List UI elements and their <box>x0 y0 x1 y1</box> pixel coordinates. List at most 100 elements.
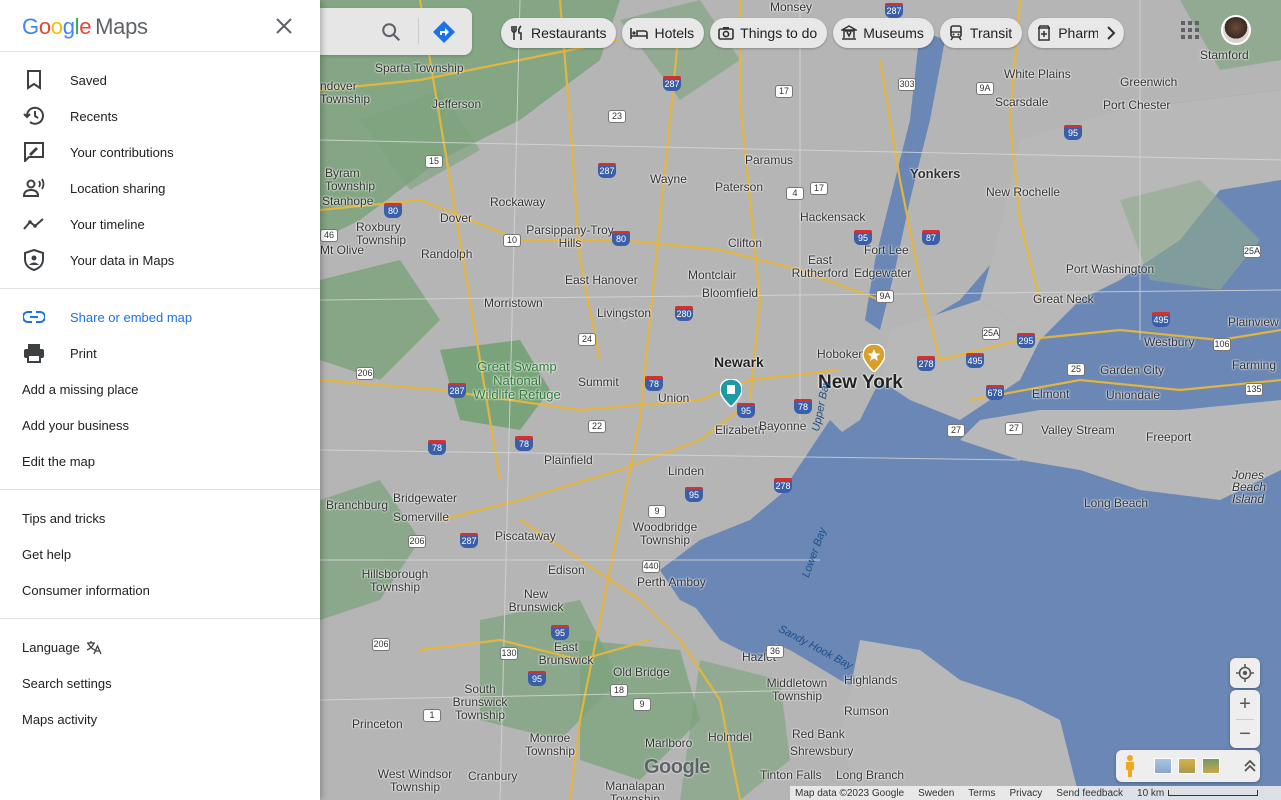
map-label-freeport: Freeport <box>1146 430 1192 444</box>
menu-item-share-embed[interactable]: Share or embed map <box>0 299 320 335</box>
route-shield-icon: 18 <box>610 684 628 697</box>
avatar[interactable] <box>1221 15 1251 45</box>
map-label-linden: Linden <box>668 464 705 478</box>
privacy-link[interactable]: Privacy <box>1010 788 1043 799</box>
chip-hotels[interactable]: Hotels <box>622 18 705 48</box>
map-label-plainview: Plainview <box>1228 315 1279 329</box>
route-shield-icon: 1 <box>423 709 441 722</box>
close-icon[interactable] <box>272 14 296 38</box>
menu-section-settings: Language Search settings Maps activity <box>0 619 320 747</box>
highway-shield-icon: 95 <box>685 487 703 502</box>
map-label-valley-stream: Valley Stream <box>1041 423 1115 437</box>
map-label-edgewater: Edgewater <box>854 266 912 280</box>
map-label-east-hanover: East Hanover <box>565 273 638 287</box>
timeline-icon <box>22 212 46 236</box>
menu-section-map-actions: Share or embed map Print Add a missing p… <box>0 289 320 490</box>
highway-shield-icon: 495 <box>1152 312 1170 327</box>
chip-restaurants[interactable]: Restaurants <box>501 18 617 48</box>
map-label-port-chester: Port Chester <box>1103 98 1171 112</box>
map-data-attribution: Map data ©2023 Google <box>795 787 905 799</box>
menu-item-timeline[interactable]: Your timeline <box>0 206 320 242</box>
route-shield-icon: 24 <box>578 333 596 346</box>
search-divider <box>418 18 419 44</box>
crosshair-icon <box>1236 664 1254 682</box>
chip-label: Restaurants <box>531 25 607 41</box>
chip-transit[interactable]: Transit <box>939 18 1023 48</box>
map-label-middletown: Middletown Township <box>766 676 828 703</box>
google-watermark: Google <box>644 756 710 778</box>
route-shield-icon: 22 <box>588 420 606 433</box>
map-footer: Map data ©2023 Google Sweden Terms Priva… <box>790 786 1281 800</box>
menu-item-tips[interactable]: Tips and tricks <box>0 500 320 536</box>
map-label-ndover: ndover Township <box>320 79 371 106</box>
side-menu: Google Maps Saved Recents Your contributi… <box>0 0 320 800</box>
menu-item-edit-map[interactable]: Edit the map <box>0 443 320 479</box>
layer-thumb-terrain-icon[interactable] <box>1178 758 1196 774</box>
menu-item-add-missing-place[interactable]: Add a missing place <box>0 371 320 407</box>
scale-bar[interactable]: 10 km <box>1137 788 1259 799</box>
map-label-bridgewater: Bridgewater <box>393 491 458 505</box>
menu-item-location-sharing[interactable]: Location sharing <box>0 170 320 206</box>
highway-shield-icon: 80 <box>612 231 630 246</box>
search-icon[interactable] <box>380 21 402 43</box>
layer-thumb-satellite-icon[interactable] <box>1154 758 1172 774</box>
layer-thumb-traffic-icon[interactable] <box>1202 758 1220 774</box>
chevron-right-icon[interactable] <box>1098 18 1125 48</box>
map-label-elmont: Elmont <box>1032 387 1070 401</box>
map-label-summit: Summit <box>578 375 619 389</box>
menu-item-contributions[interactable]: Your contributions <box>0 134 320 170</box>
chevron-up-double-icon[interactable] <box>1244 759 1256 773</box>
route-shield-icon: 9A <box>976 82 994 95</box>
menu-item-get-help[interactable]: Get help <box>0 536 320 572</box>
menu-item-label: Consumer information <box>22 582 150 598</box>
route-shield-icon: 9 <box>648 505 666 518</box>
link-icon <box>22 305 46 329</box>
map-label-monroe: Monroe Township <box>524 731 576 758</box>
route-shield-icon: 206 <box>356 367 374 380</box>
highway-shield-icon: 80 <box>384 203 402 218</box>
terms-link[interactable]: Terms <box>968 788 995 799</box>
menu-item-language[interactable]: Language <box>0 629 320 665</box>
menu-item-saved[interactable]: Saved <box>0 62 320 98</box>
zoom-out-button[interactable]: − <box>1230 720 1260 749</box>
highway-shield-icon: 678 <box>986 385 1004 400</box>
highway-shield-icon: 95 <box>528 671 546 686</box>
map-canvas[interactable]: Monsey Sparta Township ndover Township J… <box>320 0 1281 800</box>
chip-things-to-do[interactable]: Things to do <box>710 18 828 48</box>
my-location-button[interactable] <box>1230 658 1260 688</box>
zoom-in-button[interactable]: + <box>1230 690 1260 719</box>
highway-shield-icon: 95 <box>854 230 872 245</box>
layers-bar <box>1116 750 1260 782</box>
route-shield-icon: 106 <box>1213 338 1231 351</box>
location-pin-icon[interactable] <box>720 379 742 407</box>
menu-item-recents[interactable]: Recents <box>0 98 320 134</box>
map-label-sparta: Sparta Township <box>375 61 464 75</box>
menu-item-search-settings[interactable]: Search settings <box>0 665 320 701</box>
chip-museums[interactable]: Museums <box>833 18 934 48</box>
directions-icon[interactable] <box>432 20 456 44</box>
menu-item-label: Saved <box>70 72 107 88</box>
country-link[interactable]: Sweden <box>918 788 954 799</box>
museum-icon <box>841 25 858 41</box>
search-box[interactable] <box>320 8 472 55</box>
send-feedback-link[interactable]: Send feedback <box>1056 788 1123 799</box>
map-label-newark: Newark <box>714 354 764 370</box>
chip-pharmacies[interactable]: Pharmacies <box>1028 18 1125 48</box>
menu-item-consumer-info[interactable]: Consumer information <box>0 572 320 608</box>
map-label-farming: Farming <box>1232 358 1277 372</box>
map-label-south-brunswick: South Brunswick Township <box>452 682 508 722</box>
highway-shield-icon: 287 <box>448 383 466 398</box>
apps-grid-icon[interactable] <box>1180 20 1200 40</box>
route-shield-icon: 206 <box>372 638 390 651</box>
menu-item-maps-activity[interactable]: Maps activity <box>0 701 320 737</box>
menu-item-print[interactable]: Print <box>0 335 320 371</box>
pegman-icon[interactable] <box>1122 754 1138 778</box>
starred-place-icon[interactable] <box>863 344 885 372</box>
route-shield-icon: 440 <box>642 560 660 573</box>
highway-shield-icon: 95 <box>551 625 569 640</box>
route-shield-icon: 46 <box>320 229 338 242</box>
route-shield-icon: 36 <box>766 645 784 658</box>
map-label-stamford: Stamford <box>1200 48 1249 62</box>
menu-item-add-business[interactable]: Add your business <box>0 407 320 443</box>
menu-item-your-data[interactable]: Your data in Maps <box>0 242 320 278</box>
